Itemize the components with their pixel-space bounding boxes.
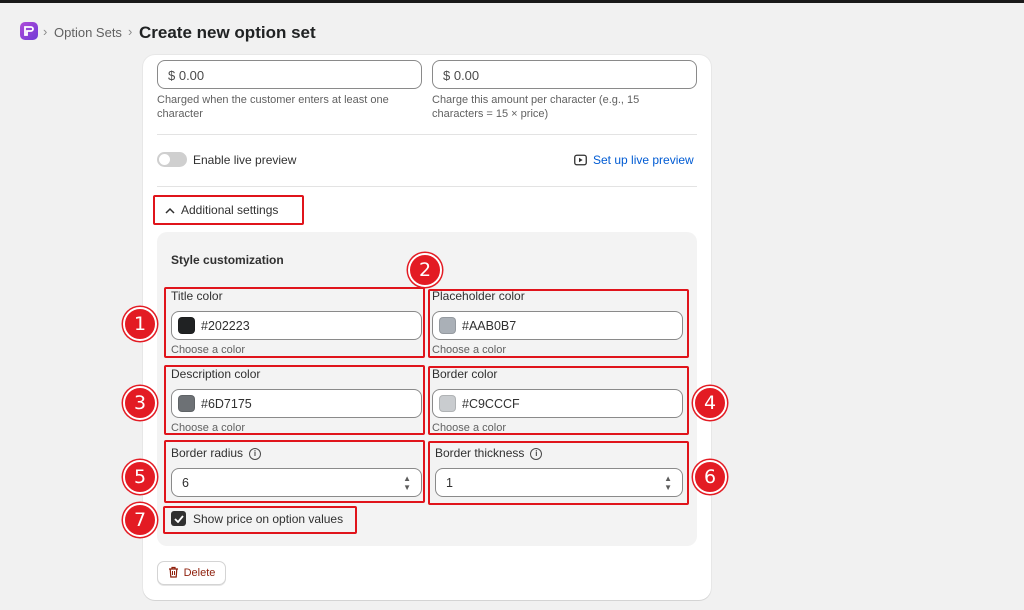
additional-settings-highlight: [153, 195, 304, 225]
per-char-price-help: Charge this amount per character (e.g., …: [432, 94, 640, 120]
divider: [157, 186, 697, 187]
annotation-marker-2: 2: [408, 253, 442, 287]
live-preview-label: Enable live preview: [193, 153, 297, 167]
description-color-highlight: [164, 365, 425, 435]
annotation-marker-3: 3: [123, 386, 157, 420]
first-char-price-help: Charged when the customer enters at leas…: [157, 94, 389, 120]
per-char-price-input[interactable]: $ 0.00: [432, 60, 697, 89]
style-customization-title: Style customization: [171, 253, 284, 267]
annotation-marker-5: 5: [123, 460, 157, 494]
trash-icon: [168, 566, 179, 581]
title-color-highlight: [164, 287, 425, 358]
border-thickness-highlight: [428, 441, 689, 505]
annotation-marker-1: 1: [123, 307, 157, 341]
delete-button[interactable]: Delete: [157, 561, 226, 585]
placeholder-color-highlight: [428, 289, 689, 358]
delete-label: Delete: [183, 567, 216, 579]
app-logo-icon[interactable]: [20, 22, 38, 40]
breadcrumb-option-sets[interactable]: Option Sets: [54, 25, 122, 40]
chevron-right-icon: ›: [128, 24, 133, 39]
annotation-marker-6: 6: [693, 460, 727, 494]
border-radius-highlight: [164, 440, 425, 503]
first-char-price-input[interactable]: $ 0.00: [157, 60, 422, 89]
page-title: Create new option set: [139, 23, 316, 42]
live-preview-toggle[interactable]: [157, 152, 187, 167]
annotation-marker-7: 7: [123, 503, 157, 537]
play-video-icon: [574, 153, 587, 171]
border-color-highlight: [428, 366, 689, 435]
per-char-price-value: $ 0.00: [443, 68, 480, 83]
first-char-price-value: $ 0.00: [168, 68, 205, 83]
show-price-highlight: [163, 506, 357, 534]
annotation-marker-4: 4: [693, 386, 727, 420]
chevron-right-icon: ›: [43, 24, 48, 39]
setup-live-preview-link[interactable]: Set up live preview: [593, 153, 694, 167]
divider: [157, 134, 697, 135]
